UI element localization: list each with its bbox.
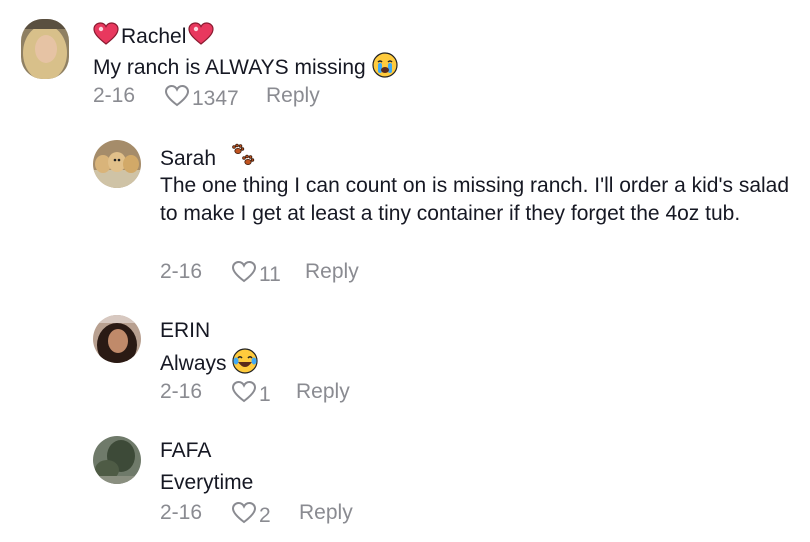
like-button[interactable]: 1 — [231, 380, 271, 410]
like-button[interactable]: 2 — [231, 501, 271, 531]
avatar[interactable] — [93, 436, 141, 484]
comment-text: Always — [160, 348, 258, 382]
comment-author[interactable]: FAFA — [160, 439, 211, 463]
author-name: FAFA — [160, 439, 212, 462]
sparkling-heart-icon — [93, 22, 119, 52]
comment-date: 2-16 — [160, 260, 203, 283]
avatar[interactable] — [21, 19, 69, 79]
comment-body: Everytime — [160, 471, 254, 494]
author-name: Sarah — [160, 147, 217, 170]
heart-outline-icon[interactable] — [231, 260, 257, 290]
comment-author[interactable]: Sarah — [160, 143, 258, 175]
like-count: 2 — [259, 504, 271, 527]
like-count: 1 — [259, 383, 271, 406]
paw-prints-icon — [230, 143, 258, 175]
heart-outline-icon[interactable] — [231, 380, 257, 410]
like-count: 1347 — [192, 87, 239, 110]
comment-text: My ranch is ALWAYS missing — [93, 52, 398, 86]
loudly-crying-face-icon — [371, 52, 398, 86]
comment-date: 2-16 — [160, 501, 203, 524]
like-count: 11 — [259, 263, 281, 286]
like-button[interactable]: 11 — [231, 260, 281, 290]
comment-body: The one thing I can count on is missing … — [160, 174, 790, 225]
reply-button[interactable]: Reply — [266, 84, 320, 108]
comment-text: Everytime — [160, 469, 253, 497]
avatar[interactable] — [93, 140, 141, 188]
comment-text: The one thing I can count on is missing … — [160, 172, 808, 228]
reply-button[interactable]: Reply — [299, 501, 353, 525]
like-button[interactable]: 1347 — [164, 84, 239, 114]
comment-date: 2-16 — [160, 380, 203, 403]
reply-button[interactable]: Reply — [305, 260, 359, 284]
comment-date: 2-16 — [93, 84, 136, 107]
author-name: ERIN — [160, 319, 211, 342]
author-name: Rachel — [121, 25, 187, 48]
comment-body: Always — [160, 352, 227, 375]
heart-outline-icon[interactable] — [164, 84, 190, 114]
avatar[interactable] — [93, 315, 141, 363]
face-with-tears-of-joy-icon — [232, 348, 258, 382]
sparkling-heart-icon — [188, 22, 214, 52]
comment-body: My ranch is ALWAYS missing — [93, 56, 366, 79]
heart-outline-icon[interactable] — [231, 501, 257, 531]
comment-author[interactable]: Rachel — [93, 22, 214, 52]
reply-button[interactable]: Reply — [296, 380, 350, 404]
comment-author[interactable]: ERIN — [160, 319, 210, 343]
